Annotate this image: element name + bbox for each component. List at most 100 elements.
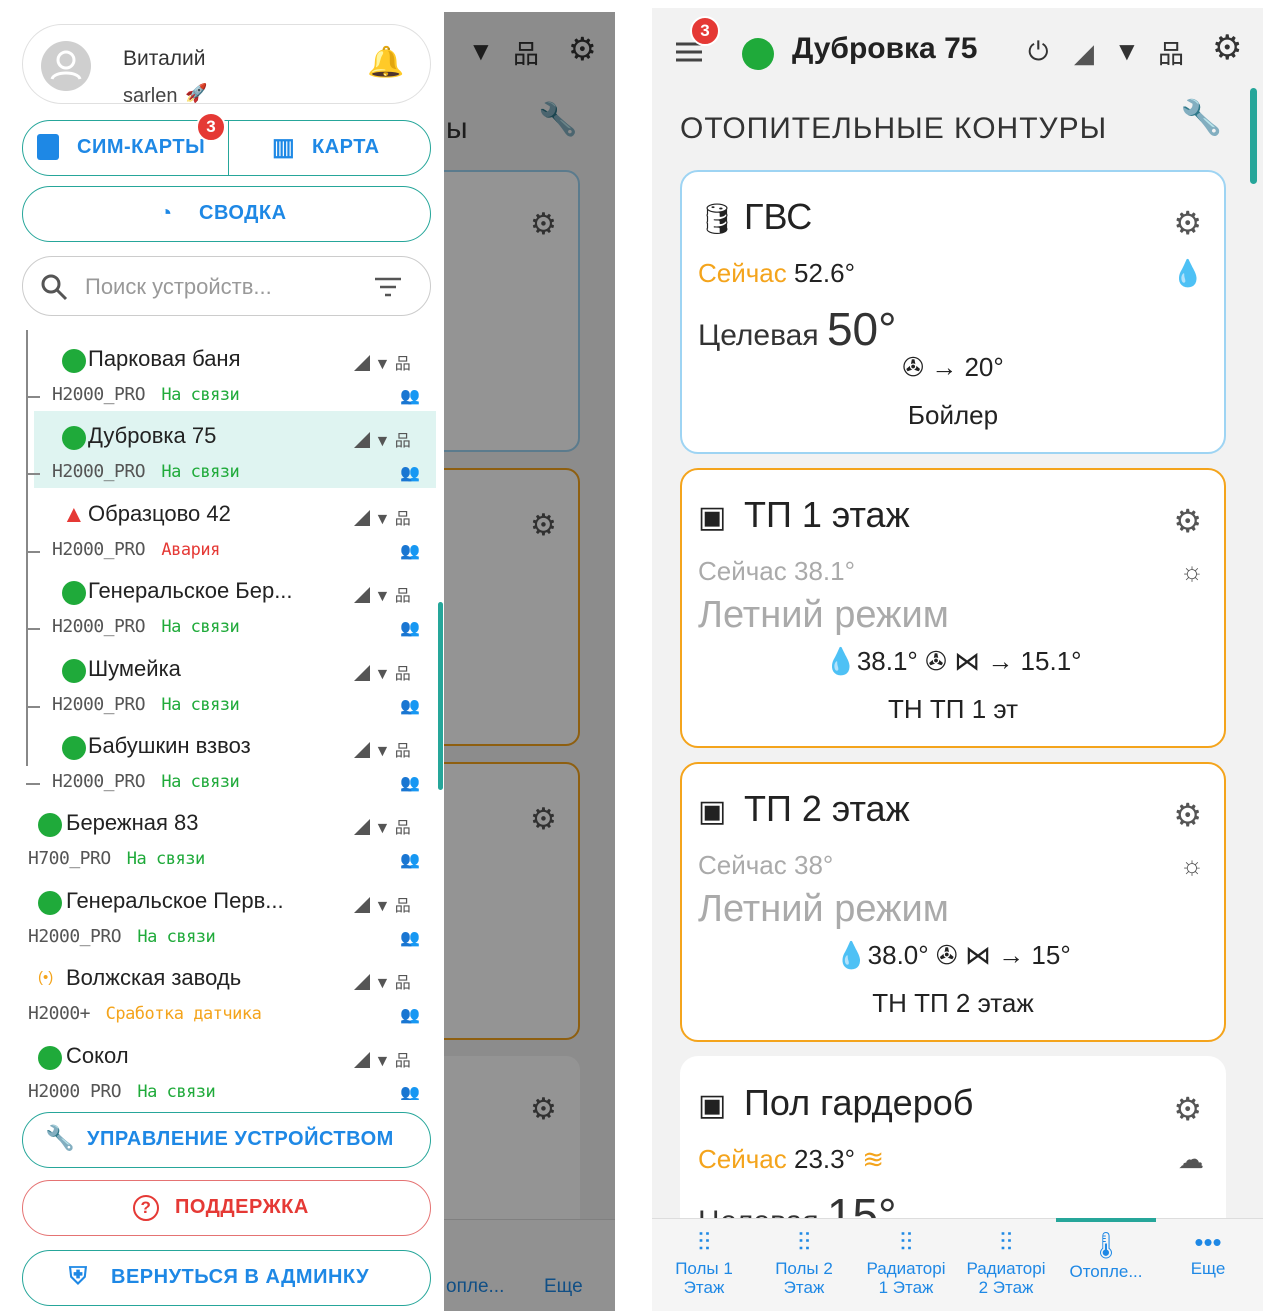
connection-icons: ◢ ▼ 品 — [354, 588, 411, 606]
device-model: H2000_PRO — [28, 925, 122, 947]
manage-label: УПРАВЛЕНИЕ УСТРОЙСТВОМ — [87, 1128, 394, 1150]
sim-cards-label: СИМ-КАРТЫ — [77, 136, 206, 158]
drawer-scrollbar[interactable] — [438, 602, 443, 790]
device-row[interactable]: Бережная 83 H700_PRO На связи ◢ ▼ 品 👥 — [8, 798, 436, 875]
bell-icon[interactable]: 🔔 — [367, 45, 404, 80]
pump-icon: ✇ — [925, 646, 947, 676]
current-temp: Сейчас 38° — [698, 850, 833, 881]
tree-branch — [26, 783, 40, 785]
admin-icon: ⛨ — [69, 1263, 88, 1290]
nav-label-2: 1 Этаж — [878, 1278, 934, 1297]
status-dot — [62, 658, 86, 683]
device-name: Генеральское Перв... — [66, 887, 284, 913]
connection-icons: ◢ ▼ 品 — [354, 820, 411, 838]
device-name: Волжская заводь — [66, 965, 242, 991]
now-label: Сейчас — [698, 1144, 787, 1174]
users-icon: 👥 — [400, 620, 420, 638]
device-row[interactable]: Бабушкин взвоз H2000_PRO На связи ◢ ▼ 品 👥 — [34, 721, 436, 798]
status-dot — [38, 1045, 62, 1070]
card-gear-icon[interactable]: ⚙ — [1173, 204, 1202, 242]
device-name: Парковая баня — [88, 346, 241, 371]
device-row[interactable]: Шумейка H2000_PRO На связи ◢ ▼ 品 👥 — [34, 644, 436, 721]
circuit-card-tp1[interactable]: ▣ ТП 1 этаж ⚙ ☼ Сейчас 38.1° Летний режи… — [680, 468, 1226, 748]
content-scrollbar[interactable] — [1250, 88, 1257, 184]
now-label: Сейчас — [698, 556, 787, 586]
nav-item-more[interactable]: ••• Еще — [1158, 1219, 1258, 1311]
device-list: Парковая баня H2000_PRO На связи ◢ ▼ 品 👥 Дубр… — [8, 330, 444, 1100]
tree-branch — [26, 705, 40, 708]
stats-row: 💧38.0° ✇ ⋈ → 15° — [682, 940, 1224, 971]
device-row[interactable]: (•) Волжская заводь H2000+ Сработка датчика… — [8, 953, 436, 1030]
alarm-triangle-icon: ▲ — [62, 500, 86, 528]
flow-value: → 15° — [998, 940, 1071, 970]
device-status: На связи — [161, 462, 240, 483]
circuit-card-gvs[interactable]: 🛢 ГВС ⚙ 💧 Сейчас 52.6° Целевая 50° ✇ → 2… — [680, 170, 1226, 454]
users-icon: 👥 — [400, 775, 420, 792]
pump-row: ✇ → 20° — [682, 352, 1224, 383]
support-button[interactable]: ? ПОДДЕРЖКА — [22, 1180, 431, 1236]
map-button[interactable]: ▥ КАРТА — [230, 121, 430, 175]
device-row[interactable]: Генеральское Бер... H2000_PRO На связи ◢ ▼ … — [34, 566, 436, 643]
pump-icon: ✇ — [902, 352, 924, 382]
summary-button[interactable]: ◔ СВОДКА — [22, 186, 431, 242]
device-status: На связи — [161, 772, 240, 792]
users-icon: 👥 — [400, 852, 420, 870]
device-model: H2000+ — [28, 1003, 91, 1025]
connection-icons: ◢ ▼ 品 — [354, 433, 411, 451]
pump-icon: ✇ — [935, 940, 958, 970]
filter-icon[interactable] — [373, 276, 403, 298]
nav-item-radiators-2[interactable]: ⫶⫶ Радиаторі 2 Этаж — [956, 1219, 1056, 1311]
cloud-icon[interactable]: ☁ — [1178, 1144, 1204, 1175]
settings-icon[interactable]: ⚙ — [1212, 28, 1242, 68]
drop-icon[interactable]: 💧 — [1172, 258, 1204, 289]
device-name: Бережная 83 — [66, 810, 199, 836]
circuit-card-tp2[interactable]: ▣ ТП 2 этаж ⚙ ☼ Сейчас 38° Летний режим … — [680, 762, 1226, 1042]
tree-branch — [26, 628, 40, 631]
floor-heating-icon: ▣ — [698, 795, 727, 828]
nav-item-floors-1[interactable]: ⫶⫶ Полы 1 Этаж — [654, 1219, 754, 1311]
device-row[interactable]: Парковая баня H2000_PRO На связи ◢ ▼ 品 👥 — [34, 334, 436, 411]
sim-map-group: СИМ-КАРТЫ ▥ КАРТА — [22, 120, 431, 176]
card-gear-icon[interactable]: ⚙ — [1173, 502, 1202, 540]
return-temp: 38.1° — [856, 646, 918, 676]
device-name: Генеральское Бер... — [88, 578, 293, 604]
card-gear-icon[interactable]: ⚙ — [1173, 796, 1202, 834]
card-gear-icon[interactable]: ⚙ — [1173, 1090, 1202, 1128]
device-model: H700_PRO — [28, 848, 111, 870]
map-label: КАРТА — [312, 136, 380, 158]
user-card[interactable]: Виталий sarlen 🚀 🔔 — [22, 24, 431, 107]
sensor-alert-icon: (•) — [38, 969, 54, 987]
admin-label: ВЕРНУТЬСЯ В АДМИНКУ — [111, 1266, 370, 1288]
nav-label-2: Этаж — [683, 1278, 725, 1297]
users-icon: 👥 — [400, 697, 420, 715]
support-label: ПОДДЕРЖКА — [175, 1196, 309, 1218]
card-title: ГВС — [744, 196, 813, 237]
rocket-icon: 🚀 — [185, 83, 208, 103]
wrench-icon[interactable]: 🔧 — [1180, 98, 1222, 138]
nav-item-heating[interactable]: 🌡 Отопле... — [1056, 1218, 1156, 1311]
device-row[interactable]: ▲ Образцово 42 H2000_PRO Авария ◢ ▼ 品 👥 — [34, 489, 436, 566]
back-to-admin-button[interactable]: ⛨ ВЕРНУТЬСЯ В АДМИНКУ — [22, 1250, 431, 1306]
device-row[interactable]: Генеральское Перв... H2000_PRO На связи ◢ ▼… — [8, 876, 436, 953]
device-row[interactable]: Дубровка 75 H2000_PRO На связи ◢ ▼ 品 👥 — [34, 411, 436, 489]
drop-icon: 💧 — [824, 646, 857, 676]
nav-label-1: Полы 2 — [775, 1259, 833, 1278]
connection-icons: ◢ ▼ 品 — [354, 510, 411, 528]
nav-item-radiators-1[interactable]: ⫶⫶ Радиаторі 1 Этаж — [856, 1219, 956, 1311]
connection-icons: ◢ ▼ 品 — [354, 665, 411, 683]
sim-badge: 3 — [196, 112, 226, 142]
device-row[interactable]: Сокол H2000_PRO На связи ◢ ▼ 品 👥 — [8, 1031, 436, 1100]
top-bar: 3 Дубровка 75 ⏻ ◢ ▼ 品 ⚙ — [652, 8, 1263, 96]
help-icon: ? — [133, 1195, 159, 1221]
bottom-nav: ⫶⫶ Полы 1 Этаж ⫶⫶ Полы 2 Этаж ⫶⫶ Радиаторі 1 Э… — [652, 1218, 1263, 1311]
nav-label-2: 2 Этаж — [978, 1278, 1034, 1297]
sun-icon[interactable]: ☼ — [1180, 850, 1204, 881]
left-screen: ▼ 品 ⚙ ы 🔧 ⚙ ⚙ ⚙ ⚙ опле... Еще Виталий sa… — [8, 12, 615, 1311]
sun-icon[interactable]: ☼ — [1180, 556, 1204, 587]
nav-item-floors-2[interactable]: ⫶⫶ Полы 2 Этаж — [754, 1219, 854, 1311]
device-model: H2000_PRO — [52, 538, 146, 560]
manage-device-button[interactable]: 🔧 УПРАВЛЕНИЕ УСТРОЙСТВОМ — [22, 1112, 431, 1168]
device-search[interactable]: Поиск устройств... — [22, 256, 431, 316]
device-title: Дубровка 75 — [792, 32, 978, 65]
device-model: H2000_PRO — [52, 461, 146, 483]
